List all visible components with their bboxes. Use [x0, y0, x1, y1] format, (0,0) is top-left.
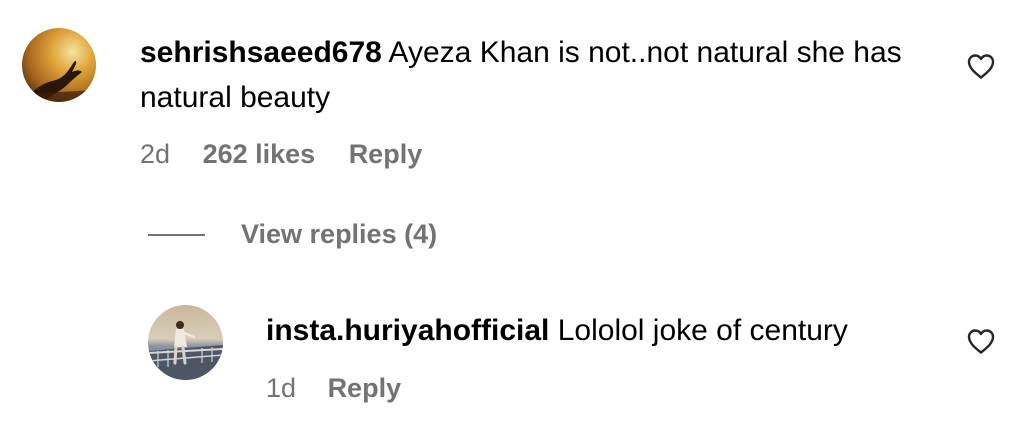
reply-button[interactable]: Reply [349, 138, 423, 170]
sunset-hand-avatar-icon [22, 28, 96, 102]
reply-username[interactable]: insta.huriyahofficial [266, 314, 549, 347]
heart-outline-icon [967, 329, 995, 354]
comment-age: 2d [140, 139, 171, 169]
woman-on-boat-avatar-icon [148, 305, 223, 380]
view-replies-label: View replies (4) [241, 219, 438, 249]
divider-line [148, 234, 205, 236]
heart-outline-icon [967, 54, 995, 79]
reply-button[interactable]: Reply [328, 372, 402, 404]
reply-text: Lololol joke of century [557, 314, 848, 347]
like-count[interactable]: 262 likes [203, 138, 316, 170]
reply-body: insta.huriyahofficial Lololol joke of ce… [266, 308, 946, 353]
avatar[interactable] [148, 305, 223, 380]
like-button[interactable] [966, 327, 996, 355]
reply-age: 1d [266, 373, 297, 403]
like-button[interactable] [966, 52, 996, 80]
comment-username[interactable]: sehrishsaeed678 [140, 36, 382, 69]
avatar[interactable] [22, 28, 96, 102]
reply-meta: 1d Reply [266, 372, 401, 404]
comment-meta: 2d 262 likes Reply [140, 138, 422, 170]
comment-body: sehrishsaeed678 Ayeza Khan is not..not n… [140, 30, 940, 120]
